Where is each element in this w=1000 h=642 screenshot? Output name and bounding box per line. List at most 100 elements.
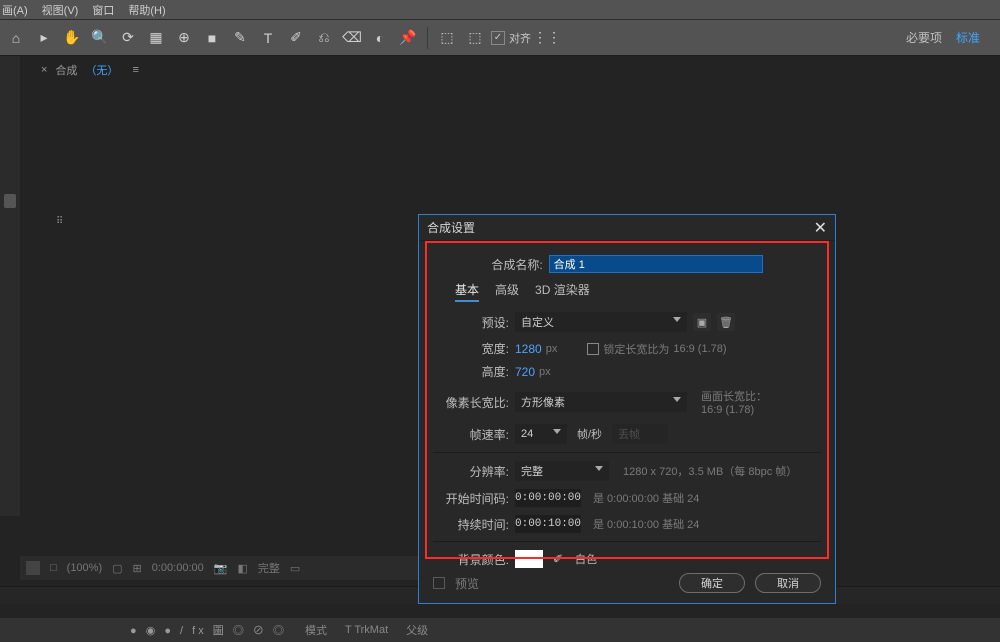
dialog-title: 合成设置 <box>427 219 475 236</box>
fps-label: 帧速率: <box>433 426 509 443</box>
tab-3d-renderer[interactable]: 3D 渲染器 <box>535 281 590 302</box>
lock-aspect-label: 锁定长宽比为 <box>603 341 669 357</box>
preview-label: 预览 <box>455 575 479 592</box>
dialog-tabs: 基本 高级 3D 渲染器 <box>455 281 821 302</box>
viewer-mask-icon[interactable]: ▢ <box>112 562 122 575</box>
panel-menu-icon[interactable]: ≡ <box>132 64 138 76</box>
start-timecode-input[interactable]: 0:00:00:00 <box>515 489 581 507</box>
bgcolor-swatch[interactable] <box>515 550 543 568</box>
roto-tool-icon[interactable]: ◐ <box>368 26 392 50</box>
dropframe-value: 丢帧 <box>618 426 640 442</box>
snap-checkbox-icon[interactable]: ✓ <box>491 31 505 45</box>
menu-view[interactable]: 视图(V) <box>42 2 79 18</box>
col-mode[interactable]: 模式 <box>305 622 327 638</box>
type-tool-icon[interactable]: T <box>256 26 280 50</box>
toolbar: ⌂ ▸ ✋ 🔍 ⟳ ▦ ⊕ ■ ✎ T ✐ ⎌ ⌫ ◐ 📌 ⬚ ⬚ ✓ 对齐 ⋮… <box>0 20 1000 56</box>
viewer-timecode[interactable]: 0:00:00:00 <box>152 562 204 574</box>
composition-settings-dialog: 合成设置 ✕ 合成名称: 基本 高级 3D 渲染器 预设: 自定义 <box>418 214 836 604</box>
chevron-down-icon <box>673 317 681 322</box>
resolution-label: 分辨率: <box>433 463 509 480</box>
selection-tool-icon[interactable]: ▸ <box>32 26 56 50</box>
separator <box>433 541 821 542</box>
brush-tool-icon[interactable]: ✐ <box>284 26 308 50</box>
snap-toggle[interactable]: ✓ 对齐 <box>491 30 531 46</box>
chevron-down-icon <box>595 466 603 471</box>
tab-advanced[interactable]: 高级 <box>495 281 519 302</box>
comp-name-label: 合成名称: <box>491 256 542 273</box>
snap-label: 对齐 <box>509 30 531 46</box>
workspace: ⠿ × 合成 （无） ≡ □ (100%) ▢ ⊞ 0:00:00:00 📷 ◧… <box>0 56 1000 596</box>
height-value[interactable]: 720 <box>515 365 535 379</box>
workspace-standard[interactable]: 标准 <box>956 29 980 46</box>
resolution-info: 1280 x 720，3.5 MB（每 8bpc 帧） <box>623 463 797 479</box>
close-icon[interactable]: ✕ <box>814 218 827 238</box>
fps-unit: 帧/秒 <box>577 426 602 442</box>
preset-label: 预设: <box>433 314 509 331</box>
bgcolor-name: 白色 <box>575 551 597 567</box>
lock-aspect-checkbox[interactable] <box>587 343 599 355</box>
par-value: 方形像素 <box>521 394 565 410</box>
preview-checkbox <box>433 577 445 589</box>
viewer-grid-icon[interactable]: ⊞ <box>133 562 142 575</box>
menu-animation[interactable]: 画(A) <box>2 2 28 18</box>
hand-tool-icon[interactable]: ✋ <box>60 26 84 50</box>
dropframe-dropdown: 丢帧 <box>612 424 668 444</box>
start-timecode-label: 开始时间码: <box>433 490 509 507</box>
menu-window[interactable]: 窗口 <box>92 2 114 18</box>
channel-icon[interactable]: □ <box>50 562 57 574</box>
col-parent[interactable]: 父级 <box>406 622 428 638</box>
resolution-dropdown[interactable]: 完整 <box>515 461 609 481</box>
comp-tab-none: （无） <box>85 62 118 78</box>
par-dropdown[interactable]: 方形像素 <box>515 392 687 412</box>
width-value[interactable]: 1280 <box>515 342 542 356</box>
transparency-grid-icon[interactable] <box>26 561 40 575</box>
tab-basic[interactable]: 基本 <box>455 281 479 302</box>
eraser-tool-icon[interactable]: ⌫ <box>340 26 364 50</box>
camera-tool-icon[interactable]: ▦ <box>144 26 168 50</box>
panel-resize-handle[interactable] <box>4 194 16 208</box>
viewer-resolution[interactable]: 完整 <box>258 560 280 576</box>
preset-save-icon[interactable]: ▣ <box>693 313 711 331</box>
world-axis-icon[interactable]: ⬚ <box>463 26 487 50</box>
pen-tool-icon[interactable]: ✎ <box>228 26 252 50</box>
clone-tool-icon[interactable]: ⎌ <box>312 26 336 50</box>
comp-name-input[interactable] <box>549 255 763 273</box>
dialog-titlebar[interactable]: 合成设置 ✕ <box>419 215 835 241</box>
cancel-button[interactable]: 取消 <box>755 573 821 593</box>
puppet-tool-icon[interactable]: 📌 <box>396 26 420 50</box>
local-axis-icon[interactable]: ⬚ <box>435 26 459 50</box>
viewer-toggle-icon[interactable]: ◧ <box>237 562 247 575</box>
workspace-essentials[interactable]: 必要项 <box>906 29 942 46</box>
eyedropper-icon[interactable]: ✐ <box>551 552 565 566</box>
menu-help[interactable]: 帮助(H) <box>128 2 165 18</box>
menubar: 画(A) 视图(V) 窗口 帮助(H) <box>0 0 1000 20</box>
viewer-snapshot-icon[interactable]: 📷 <box>214 562 228 575</box>
col-trkmat[interactable]: T TrkMat <box>345 624 388 636</box>
chevron-down-icon <box>673 397 681 402</box>
home-icon[interactable]: ⌂ <box>4 26 28 50</box>
comp-tab-bar: × 合成 （无） ≡ <box>41 62 139 78</box>
preset-dropdown[interactable]: 自定义 <box>515 312 687 332</box>
duration-input[interactable]: 0:00:10:00 <box>515 515 581 533</box>
rotate-tool-icon[interactable]: ⟳ <box>116 26 140 50</box>
frame-aspect-value: 16:9 (1.78) <box>701 404 767 416</box>
snap-extra-icon: ⋮⋮ <box>535 26 559 50</box>
ok-button[interactable]: 确定 <box>679 573 745 593</box>
tab-close-icon[interactable]: × <box>41 64 47 76</box>
start-timecode-info: 是 0:00:00:00 基础 24 <box>593 490 699 506</box>
zoom-percent[interactable]: (100%) <box>67 562 102 574</box>
width-px: px <box>546 343 558 355</box>
viewer-region-icon[interactable]: ▭ <box>290 562 300 575</box>
toolbar-divider <box>427 27 428 49</box>
chevron-down-icon <box>553 429 561 434</box>
fps-value: 24 <box>521 428 533 440</box>
bgcolor-label: 背景颜色: <box>433 551 509 568</box>
shape-tool-icon[interactable]: ■ <box>200 26 224 50</box>
fps-dropdown[interactable]: 24 <box>515 424 567 444</box>
comp-tab-label[interactable]: 合成 <box>55 62 77 78</box>
pan-behind-tool-icon[interactable]: ⊕ <box>172 26 196 50</box>
timeline-columns: ● ◉ ● / fx 圖 ◎ ⊘ ◎ 模式 T TrkMat 父级 <box>0 618 1000 642</box>
preset-value: 自定义 <box>521 314 554 330</box>
zoom-tool-icon[interactable]: 🔍 <box>88 26 112 50</box>
preset-delete-icon[interactable]: 🗑 <box>717 313 735 331</box>
